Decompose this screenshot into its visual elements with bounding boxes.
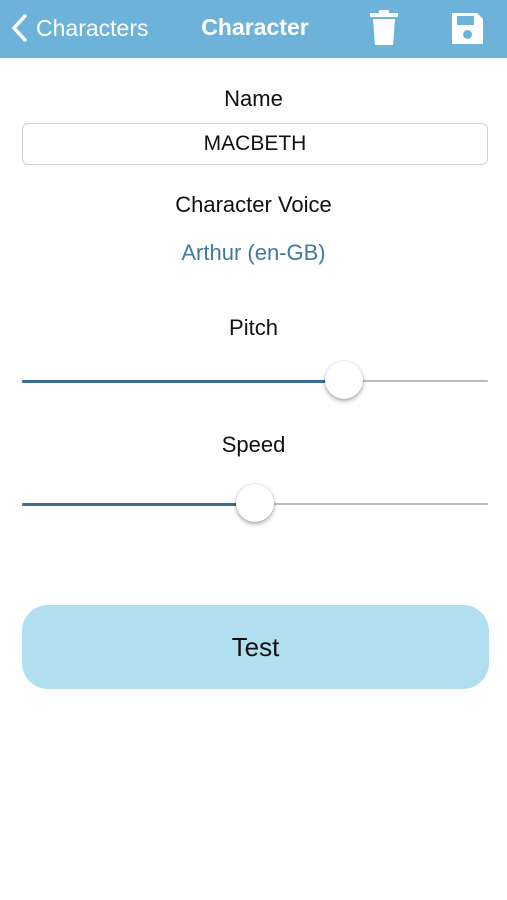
pitch-slider-fill — [22, 380, 344, 383]
speed-slider-thumb[interactable] — [236, 484, 274, 522]
speed-label: Speed — [221, 432, 286, 457]
pitch-label: Pitch — [229, 315, 278, 340]
back-button[interactable]: Characters — [10, 10, 148, 46]
character-voice-selector[interactable]: Arthur (en-GB) — [0, 240, 507, 266]
page-title: Character — [201, 14, 309, 40]
chevron-left-icon — [12, 14, 27, 42]
speed-slider[interactable] — [22, 484, 488, 524]
pitch-slider[interactable] — [22, 361, 488, 401]
back-button-label: Characters — [36, 14, 149, 41]
name-label: Name — [224, 86, 283, 111]
test-button[interactable]: Test — [22, 605, 489, 689]
character-voice-label: Character Voice — [175, 192, 332, 217]
navigation-bar: Characters Character — [0, 0, 507, 58]
trash-icon[interactable] — [366, 9, 402, 47]
name-field[interactable] — [22, 123, 488, 165]
pitch-slider-thumb[interactable] — [324, 361, 363, 399]
save-icon[interactable] — [449, 9, 485, 47]
speed-slider-fill — [22, 503, 255, 506]
